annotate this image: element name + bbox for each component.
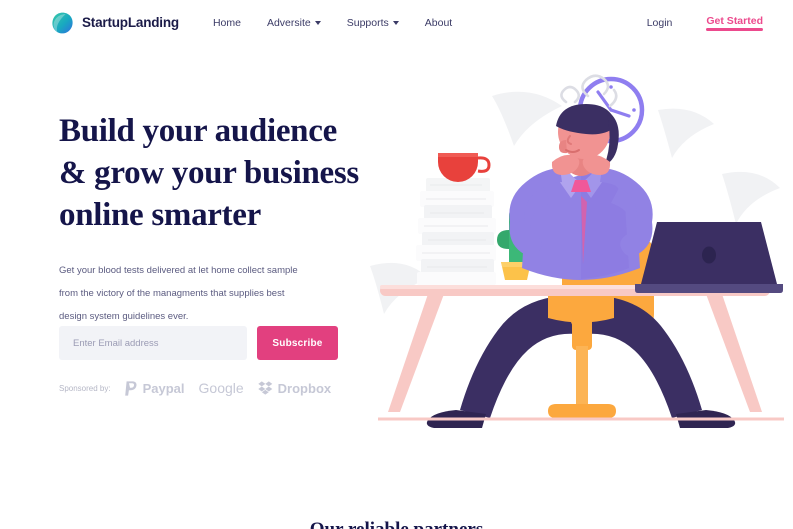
subscribe-form: Subscribe [59,326,338,360]
chevron-down-icon [314,21,321,25]
nav-item-label: Supports [346,16,389,29]
sponsor-paypal[interactable]: Paypal [124,380,185,396]
nav-item-label: Home [212,16,241,29]
hero-description-line: design system guidelines ever. [59,311,189,322]
hero-text-block: Build your audience & grow your business… [59,110,389,328]
hero-description-line: from the victory of the managments that … [59,288,285,299]
paypal-icon [124,380,138,396]
headline-line: Build your audience [59,113,337,149]
hero-description: Get your blood tests delivered at let ho… [59,259,324,328]
laptop-icon [635,222,783,293]
nav-item-home[interactable]: Home [213,17,241,29]
brand-name: StartupLanding [82,15,179,30]
brand-logo[interactable]: StartupLanding [52,12,179,34]
paper-stack-icon [416,178,496,285]
navbar: StartupLanding Home Adversite Supports A… [0,0,793,45]
sponsors-row: Sponsored by: Paypal Google Dropbox [59,380,331,396]
nav-actions: Login Get Started [647,15,763,31]
subscribe-button[interactable]: Subscribe [257,326,338,360]
nav-item-label: Adversite [266,16,311,29]
nav-item-adversite[interactable]: Adversite [267,17,321,29]
sponsor-google[interactable]: Google [199,380,244,396]
headline-line: & grow your business [59,155,359,191]
sponsor-name: Paypal [142,380,185,396]
login-link[interactable]: Login [647,17,673,29]
dropbox-icon [257,381,273,395]
nav-item-label: About [424,16,453,29]
nav-links: Home Adversite Supports About [213,17,452,29]
email-field[interactable] [59,326,247,360]
leaf-logo-icon [52,12,73,34]
sponsor-dropbox[interactable]: Dropbox [257,380,332,396]
chevron-down-icon [392,21,399,25]
sponsored-by-label: Sponsored by: [59,383,111,393]
headline-line: online smarter [59,197,262,233]
landing-page: StartupLanding Home Adversite Supports A… [0,0,793,529]
sponsor-name: Dropbox [277,380,332,396]
hero-description-line: Get your blood tests delivered at let ho… [59,265,298,276]
page-title: Build your audience & grow your business… [59,110,389,236]
next-section-peek: Our reliable partners [0,519,793,529]
sponsor-name: Google [198,380,244,396]
next-section-title: Our reliable partners [310,519,483,529]
coffee-cup-icon [438,153,491,182]
nav-item-about[interactable]: About [425,17,452,29]
nav-item-supports[interactable]: Supports [347,17,399,29]
stressed-businessman-at-desk-illustration [370,70,793,430]
get-started-button[interactable]: Get Started [706,15,763,31]
